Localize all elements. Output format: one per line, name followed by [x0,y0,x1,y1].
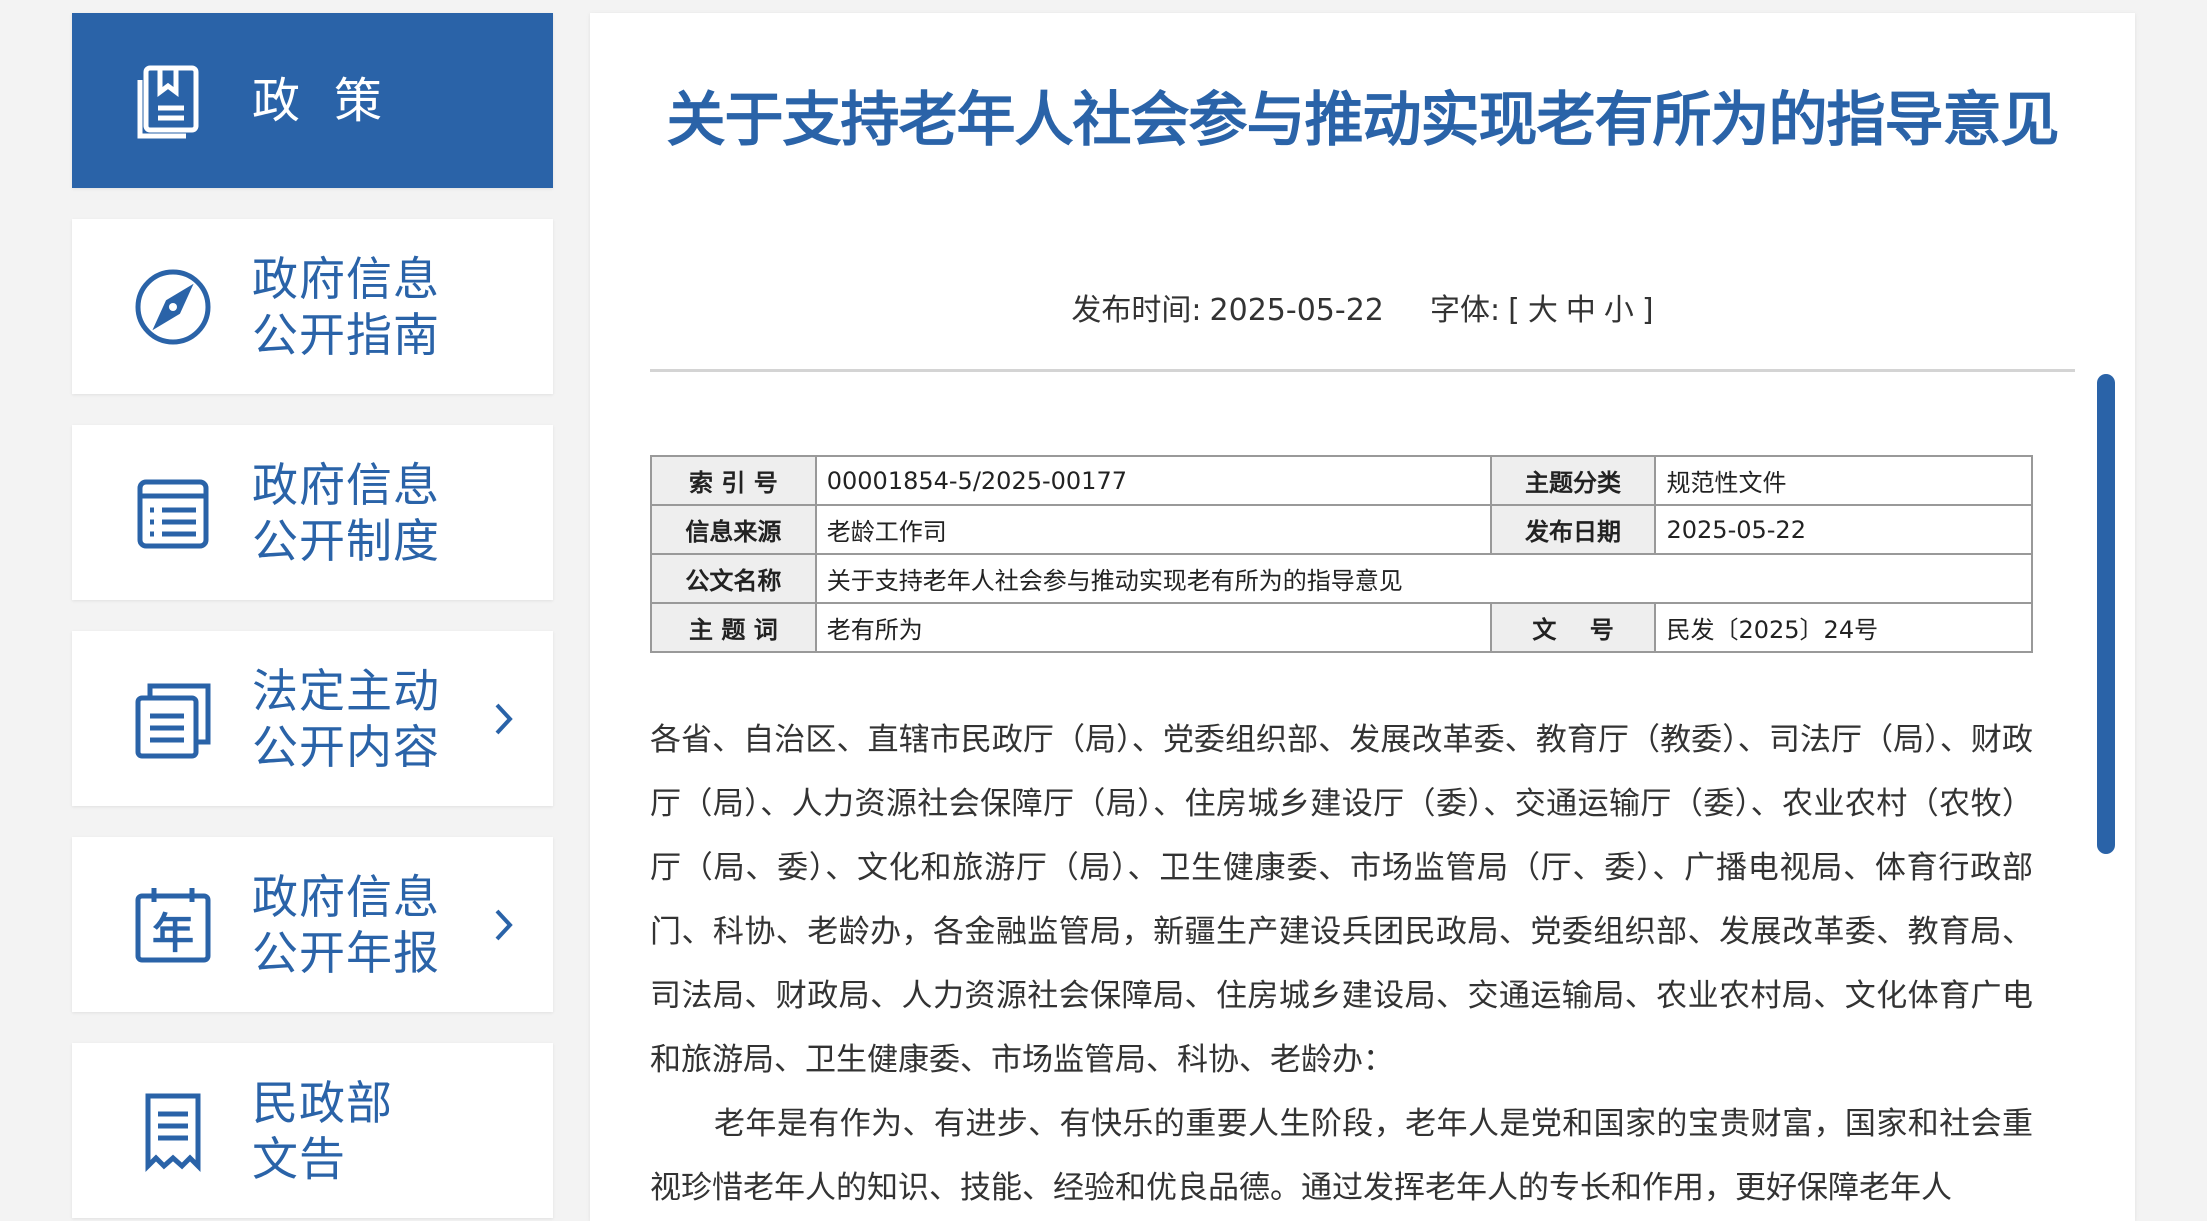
sidebar-item-label: 政府信息 公开指南 [252,251,440,362]
sidebar-item-system[interactable]: 政府信息 公开制度 [72,425,553,600]
table-cell-value: 老龄工作司 [814,504,1492,555]
chevron-right-icon [493,699,515,739]
document-stack-icon [130,58,216,144]
table-row: 公文名称 关于支持老年人社会参与推动实现老有所为的指导意见 [650,553,2034,604]
table-cell-label: 公文名称 [650,553,817,604]
publish-label: 发布时间: [1071,293,1202,328]
table-cell-label: 信息来源 [650,504,817,555]
table-row: 信息来源 老龄工作司 发布日期 2025-05-22 [650,504,2033,555]
body-paragraph: 各省、自治区、直辖市民政厅（局）、党委组织部、发展改革委、教育厅（教委）、司法厅… [650,722,2033,1078]
table-cell-label: 发布日期 [1489,504,1657,555]
font-size-medium-button[interactable]: 中 [1566,293,1596,328]
table-cell-value: 规范性文件 [1654,455,2033,506]
calendar-year-icon: 年 [130,882,216,968]
table-cell-label: 主 题 词 [650,602,817,653]
sidebar-item-label: 政府信息 公开年报 [252,869,440,980]
table-cell-value: 民发〔2025〕24号 [1654,602,2033,653]
files-icon [130,676,216,762]
chevron-right-icon [493,905,515,945]
document-meta: 发布时间: 2025-05-22 字体:[大中小] [590,285,2135,329]
divider [650,369,2075,372]
scrollbar-thumb[interactable] [2097,374,2115,854]
sidebar-item-announcements[interactable]: 民政部 文告 [72,1043,553,1218]
sidebar-item-annual-report[interactable]: 年 政府信息 公开年报 [72,837,553,1012]
body-paragraph: 老年是有作为、有进步、有快乐的重要人生阶段，老年人是党和国家的宝贵财富，国家和社… [650,1106,2033,1206]
table-row: 索 引 号 00001854-5/2025-00177 主题分类 规范性文件 [650,455,2033,506]
document-body: 各省、自治区、直辖市民政厅（局）、党委组织部、发展改革委、教育厅（教委）、司法厅… [650,708,2033,1220]
sidebar-item-label: 政策 [252,72,417,129]
font-size-label: 字体: [1430,293,1501,328]
table-cell-label: 主题分类 [1489,455,1657,506]
table-cell-value: 老有所为 [814,602,1492,653]
font-bracket-close: ] [1641,293,1654,328]
table-cell-value: 00001854-5/2025-00177 [814,455,1492,506]
receipt-icon [130,1088,216,1174]
font-size-small-button[interactable]: 小 [1604,293,1634,328]
compass-icon [130,264,216,350]
table-cell-label: 文 号 [1489,602,1657,653]
font-bracket-open: [ [1508,293,1520,328]
table-cell-value: 关于支持老年人社会参与推动实现老有所为的指导意见 [814,553,2034,604]
list-icon [130,470,216,556]
publish-date: 2025-05-22 [1209,293,1384,328]
sidebar-item-statutory-content[interactable]: 法定主动 公开内容 [72,631,553,806]
table-row: 主 题 词 老有所为 文 号 民发〔2025〕24号 [650,602,2033,653]
sidebar-item-label: 民政部 文告 [252,1075,393,1186]
sidebar-item-label: 法定主动 公开内容 [252,663,440,774]
sidebar-item-label: 政府信息 公开制度 [252,457,440,568]
font-size-large-button[interactable]: 大 [1528,293,1558,328]
table-cell-value: 2025-05-22 [1654,504,2033,555]
svg-text:年: 年 [152,909,194,958]
page-title: 关于支持老年人社会参与推动实现老有所为的指导意见 [666,85,2059,154]
sidebar-item-guide[interactable]: 政府信息 公开指南 [72,219,553,394]
table-cell-label: 索 引 号 [650,455,817,506]
document-info-table: 索 引 号 00001854-5/2025-00177 主题分类 规范性文件 信… [650,455,2034,653]
sidebar-item-policy[interactable]: 政策 [72,13,553,188]
